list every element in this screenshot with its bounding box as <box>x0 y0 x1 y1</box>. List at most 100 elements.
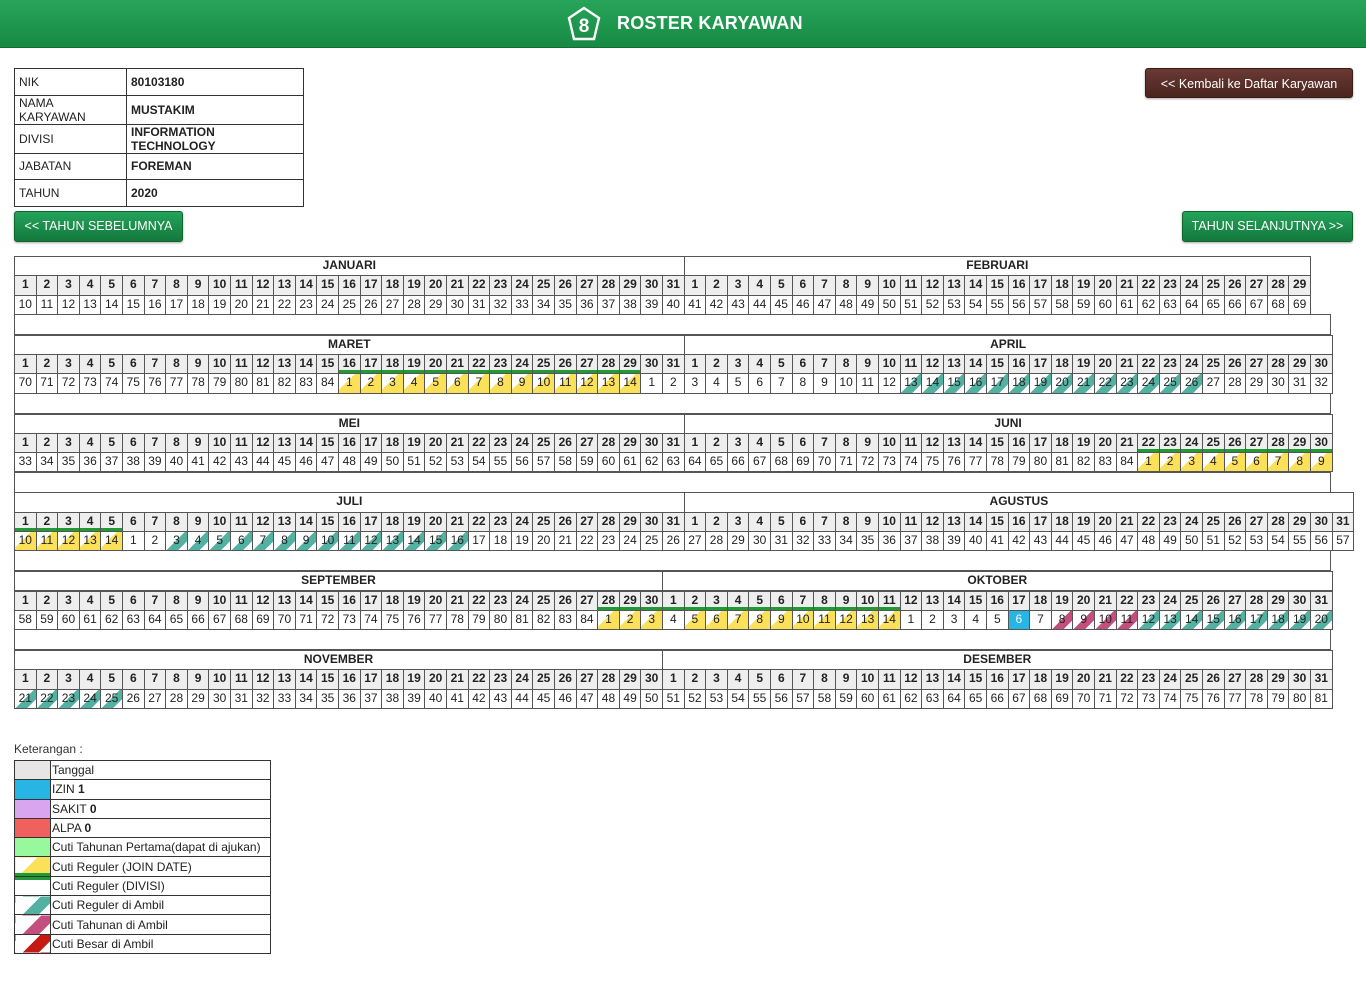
day-number: 17 <box>359 511 383 532</box>
day-number: 26 <box>554 432 577 454</box>
day-number: 12 <box>899 590 923 611</box>
day-number: 21 <box>446 511 469 532</box>
roster-counter-cell: 25 <box>338 294 361 315</box>
day-number: 18 <box>1050 275 1074 296</box>
day-number: 31 <box>662 275 685 296</box>
day-number: 18 <box>381 354 404 375</box>
roster-counter-cell: 46 <box>554 688 577 709</box>
roster-counter-cell: 44 <box>1050 531 1074 552</box>
day-number: 3 <box>57 590 80 611</box>
day-number: 1 <box>14 432 37 454</box>
day-number: 23 <box>1137 669 1160 690</box>
roster-counter-cell: 59 <box>1072 294 1095 315</box>
legend-label: Cuti Tahunan di Ambil <box>52 917 168 932</box>
roster-counter-cell: 27 <box>381 294 404 315</box>
roster-counter-cell: 49 <box>359 452 383 473</box>
roster-counter-cell: 81 <box>251 373 275 394</box>
roster-counter-cell: 49 <box>618 688 642 709</box>
day-number: 1 <box>683 275 707 296</box>
day-number: 9 <box>186 511 210 532</box>
day-number: 12 <box>251 590 275 611</box>
day-number: 11 <box>230 275 253 296</box>
day-number: 23 <box>1137 590 1160 611</box>
roster-counter-cell: 68 <box>1029 688 1052 709</box>
roster-counter-cell: 45 <box>273 452 296 473</box>
day-number: 3 <box>57 354 80 375</box>
day-number: 30 <box>1288 669 1311 690</box>
day-number: 29 <box>1266 669 1290 690</box>
roster-counter-cell: 75 <box>1180 688 1203 709</box>
roster-counter-cell: 83 <box>1094 452 1117 473</box>
day-number: 6 <box>122 511 145 532</box>
day-number: 19 <box>402 354 426 375</box>
roster-counter-cell: 19 <box>208 294 231 315</box>
day-number: 2 <box>705 511 728 532</box>
day-number: 7 <box>143 590 167 611</box>
roster-counter-cell: 44 <box>251 452 275 473</box>
day-number: 11 <box>230 354 253 375</box>
day-number: 12 <box>921 432 944 454</box>
day-number: 27 <box>1245 511 1268 532</box>
roster-counter-cell: 67 <box>1245 294 1268 315</box>
roster-counter-cell: 7 <box>726 609 750 631</box>
day-number: 6 <box>122 590 145 611</box>
roster-counter-cell: 14 <box>618 373 642 394</box>
swatch-big-taken-icon <box>14 933 51 954</box>
day-number: 17 <box>1007 669 1031 690</box>
roster-counter-cell: 18 <box>186 294 210 315</box>
roster-counter-cell: 5 <box>1223 452 1247 473</box>
day-number: 16 <box>986 590 1009 611</box>
day-number: 9 <box>856 432 879 454</box>
day-number: 9 <box>856 511 879 532</box>
day-number: 13 <box>273 669 296 690</box>
day-number: 28 <box>597 511 620 532</box>
day-number: 28 <box>597 432 620 454</box>
roster-counter-cell: 66 <box>726 452 750 473</box>
day-number: 7 <box>143 275 167 296</box>
day-number: 26 <box>1223 511 1247 532</box>
day-number: 7 <box>143 511 167 532</box>
day-number: 18 <box>1050 432 1074 454</box>
day-number: 2 <box>35 432 59 454</box>
day-number: 4 <box>748 354 771 375</box>
legend-label: Tanggal <box>52 763 95 778</box>
roster-counter-cell: 23 <box>597 531 620 552</box>
day-number: 20 <box>1094 511 1117 532</box>
day-number: 19 <box>1072 511 1095 532</box>
day-number: 16 <box>1007 275 1031 296</box>
roster-counter-cell: 40 <box>662 294 685 315</box>
day-number: 9 <box>856 354 879 375</box>
roster-counter-cell: 29 <box>186 688 210 709</box>
roster-counter-cell: 73 <box>878 452 901 473</box>
roster-counter-cell: 28 <box>165 688 188 709</box>
day-number: 18 <box>1050 354 1074 375</box>
roster-counter-cell: 13 <box>1158 609 1182 631</box>
day-number: 4 <box>78 511 102 532</box>
roster-counter-cell: 2 <box>618 609 642 631</box>
roster-counter-cell: 70 <box>14 373 37 394</box>
roster-counter-cell: 34 <box>35 452 59 473</box>
day-number: 28 <box>1245 590 1268 611</box>
legend-row: Cuti Reguler (JOIN DATE) <box>14 856 271 877</box>
day-number: 27 <box>1223 669 1247 690</box>
day-number: 31 <box>1331 511 1355 532</box>
day-number: 16 <box>338 669 361 690</box>
roster-counter-cell: 44 <box>510 688 534 709</box>
day-number: 17 <box>1029 275 1052 296</box>
roster-counter-cell: 24 <box>618 531 642 552</box>
roster-counter-cell: 5 <box>726 373 750 394</box>
day-number: 19 <box>402 432 426 454</box>
day-number: 20 <box>424 354 447 375</box>
roster-counter-cell: 57 <box>791 688 815 709</box>
day-number: 5 <box>770 354 793 375</box>
day-number: 9 <box>186 590 210 611</box>
day-number: 24 <box>1180 432 1203 454</box>
roster-counter-cell: 47 <box>316 452 339 473</box>
day-number: 31 <box>662 432 685 454</box>
month-title: NOVEMBER <box>14 650 663 671</box>
roster-counter-cell: 17 <box>467 531 491 552</box>
day-number: 12 <box>251 354 275 375</box>
day-number: 21 <box>1094 669 1117 690</box>
roster-counter-cell: 83 <box>554 609 577 631</box>
roster-counter-cell: 30 <box>446 294 469 315</box>
